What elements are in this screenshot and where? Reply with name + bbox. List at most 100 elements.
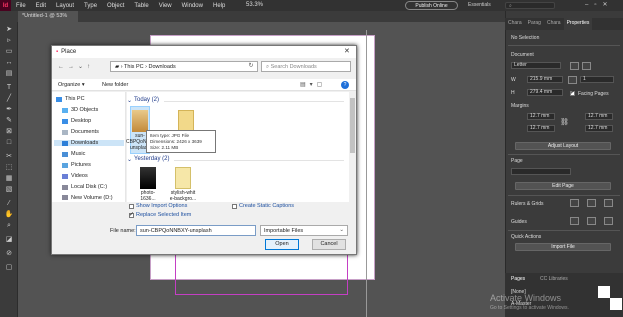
smart-guides-icon[interactable]: [604, 217, 613, 225]
image-thumbnail[interactable]: [140, 167, 156, 189]
menu-layout[interactable]: Layout: [51, 3, 79, 9]
search-downloads-input[interactable]: ⌕ Search Downloads: [261, 61, 351, 72]
height-field[interactable]: 279.4 mm: [527, 89, 563, 96]
hand-tool-icon[interactable]: ✋: [4, 211, 14, 219]
pencil-tool-icon[interactable]: ✎: [4, 117, 14, 125]
free-transform-tool-icon[interactable]: ⬚: [4, 164, 14, 172]
nav-new-volume-d[interactable]: New Volume (D:): [62, 194, 113, 201]
cancel-button[interactable]: Cancel: [312, 239, 346, 250]
nav-back-forward-icon[interactable]: ←→⌄↑: [58, 63, 94, 70]
breadcrumb-downloads[interactable]: Downloads: [149, 64, 176, 70]
nav-pictures[interactable]: Pictures: [62, 162, 91, 168]
file-name-stylish[interactable]: stylish-whit e-backgro...: [169, 190, 197, 202]
nav-this-pc[interactable]: This PC: [56, 96, 85, 102]
menu-table[interactable]: Table: [129, 3, 153, 9]
type-tool-icon[interactable]: T: [4, 84, 14, 92]
document-tab[interactable]: *Untitled-1 @ 53%: [18, 11, 78, 22]
gradient-tool-icon[interactable]: ▦: [4, 175, 14, 183]
show-import-options-checkbox[interactable]: [129, 204, 134, 209]
tab-character[interactable]: Chara: [505, 18, 525, 30]
organize-button[interactable]: Organize ▾: [58, 82, 85, 88]
ruler-icon[interactable]: [570, 199, 579, 207]
guides-lock-icon[interactable]: [587, 217, 596, 225]
pages-count-field[interactable]: 1: [580, 76, 614, 83]
close-icon[interactable]: ✕: [344, 47, 350, 55]
app-search-input[interactable]: ⌕: [505, 2, 555, 9]
window-controls[interactable]: –▫✕: [585, 1, 614, 8]
create-static-captions-label[interactable]: Create Static Captions: [239, 203, 294, 209]
page-thumbnail[interactable]: [610, 298, 622, 310]
replace-selected-label[interactable]: Replace Selected Item: [136, 212, 191, 218]
group-header-yesterday[interactable]: Yesterday (2): [134, 156, 169, 162]
open-button[interactable]: Open: [265, 239, 299, 250]
publish-online-button[interactable]: Publish Online: [405, 1, 458, 10]
menu-help[interactable]: Help: [208, 3, 230, 9]
help-icon[interactable]: ?: [341, 81, 349, 89]
image-thumbnail[interactable]: [175, 167, 191, 189]
show-import-options-label[interactable]: Show Import Options: [136, 203, 187, 209]
menu-edit[interactable]: Edit: [31, 3, 51, 9]
refresh-icon[interactable]: ↻: [244, 61, 258, 72]
menu-object[interactable]: Object: [102, 3, 129, 9]
view-mode-icon[interactable]: ▢: [4, 264, 14, 272]
rectangle-tool-icon[interactable]: □: [4, 139, 14, 147]
menu-file[interactable]: File: [11, 3, 31, 9]
folder-icon[interactable]: [178, 110, 194, 132]
portrait-orientation-icon[interactable]: [570, 62, 579, 70]
guides-show-icon[interactable]: [570, 217, 579, 225]
edit-page-button[interactable]: Edit Page: [515, 182, 611, 190]
page-preset-select[interactable]: Letter: [511, 62, 561, 69]
apply-none-icon[interactable]: ⊘: [4, 250, 14, 258]
nav-videos[interactable]: Videos: [62, 173, 88, 179]
nav-music[interactable]: Music: [62, 151, 85, 157]
width-field[interactable]: 215.9 mm: [527, 76, 563, 83]
baseline-grid-icon[interactable]: [604, 199, 613, 207]
page-tool-icon[interactable]: ▭: [4, 48, 14, 56]
group-header-today[interactable]: Today (2): [134, 97, 159, 103]
breadcrumb-this-pc[interactable]: This PC: [124, 64, 144, 70]
menu-view[interactable]: View: [154, 3, 177, 9]
tab-pages[interactable]: Pages: [511, 276, 525, 282]
nav-documents[interactable]: Documents: [62, 129, 99, 135]
fill-stroke-icon[interactable]: ◪: [4, 236, 14, 244]
direct-selection-tool-icon[interactable]: ▹: [4, 37, 14, 45]
menu-type[interactable]: Type: [79, 3, 102, 9]
image-thumbnail[interactable]: [132, 110, 148, 132]
chevron-down-icon[interactable]: ⌄: [127, 156, 132, 163]
facing-pages-checkbox[interactable]: [570, 89, 575, 96]
zoom-tool-icon[interactable]: ⌕: [4, 222, 14, 230]
adjust-layout-button[interactable]: Adjust Layout: [515, 142, 611, 150]
file-name-input[interactable]: sun-CBPQoNNBXY-unsplash: [136, 225, 256, 236]
selection-tool-icon[interactable]: ➤: [4, 26, 14, 34]
margin-bottom-field[interactable]: 12.7 mm: [527, 125, 555, 132]
zoom-level[interactable]: 53.3%: [246, 2, 263, 8]
create-static-captions-checkbox[interactable]: [232, 204, 237, 209]
nav-desktop[interactable]: Desktop: [62, 118, 91, 124]
grid-icon[interactable]: [587, 199, 596, 207]
new-folder-button[interactable]: New folder: [102, 82, 128, 88]
file-name-photo[interactable]: photo-1636...: [134, 190, 162, 202]
line-tool-icon[interactable]: ╱: [4, 95, 14, 103]
margin-left-field[interactable]: 12.7 mm: [585, 113, 613, 120]
margin-right-field[interactable]: 12.7 mm: [585, 125, 613, 132]
gap-tool-icon[interactable]: ↔: [4, 59, 14, 67]
link-margins-icon[interactable]: ⛓: [560, 118, 569, 126]
landscape-orientation-icon[interactable]: [582, 62, 591, 70]
nav-3d-objects[interactable]: 3D Objects: [62, 107, 98, 113]
workspace-switcher[interactable]: Essentials: [468, 2, 491, 8]
tab-paragraph[interactable]: Parag: [525, 18, 544, 30]
nav-downloads[interactable]: Downloads: [54, 140, 124, 146]
menu-window[interactable]: Window: [177, 3, 208, 9]
margin-top-field[interactable]: 12.7 mm: [527, 113, 555, 120]
page-thumbnail[interactable]: [598, 286, 610, 298]
rectangle-frame-tool-icon[interactable]: ⊠: [4, 128, 14, 136]
scrollbar-thumb[interactable]: [350, 98, 355, 153]
import-file-button[interactable]: Import File: [515, 243, 611, 251]
scissors-tool-icon[interactable]: ✂: [4, 153, 14, 161]
replace-selected-checkbox[interactable]: [129, 211, 134, 218]
view-options-icon[interactable]: ▤▾▢: [300, 81, 326, 88]
master-page-select[interactable]: [511, 168, 571, 175]
tab-cc-libraries[interactable]: CC Libraries: [540, 276, 568, 282]
tab-character-styles[interactable]: Chara: [544, 18, 564, 30]
content-collector-icon[interactable]: ▤: [4, 70, 14, 78]
